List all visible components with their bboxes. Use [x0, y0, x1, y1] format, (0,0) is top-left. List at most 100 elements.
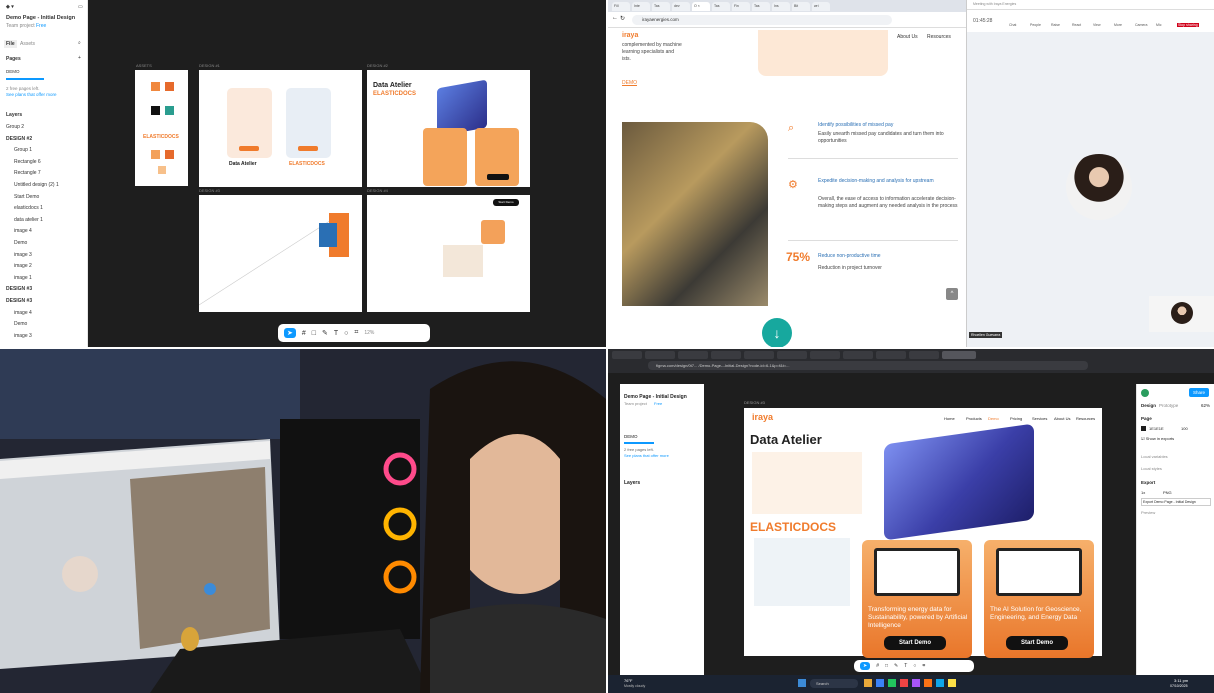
nav-item[interactable]: Pricing [1010, 416, 1022, 421]
zoom-indicator[interactable]: 12% [364, 330, 374, 336]
panel-toggle-icon[interactable]: ▭ [78, 4, 83, 10]
design1-frame[interactable]: Data Atelier ELASTICDOCS [199, 70, 362, 187]
layer-item[interactable]: image 4 [14, 228, 32, 234]
demo-link[interactable]: DEMO [622, 80, 637, 86]
layer-item[interactable]: DESIGN #2 [6, 136, 32, 142]
browser-tab[interactable]: Tas [712, 1, 730, 11]
export-format[interactable]: PNG [1163, 490, 1172, 495]
local-styles[interactable]: Local styles [1141, 466, 1162, 471]
zoom-control[interactable]: Stop sharing [1177, 23, 1199, 27]
tab-design[interactable]: Design [1141, 403, 1156, 408]
pen-tool-icon[interactable]: ✎ [322, 329, 328, 337]
layer-item[interactable]: image 3 [14, 333, 32, 339]
see-plans-link[interactable]: See plans that offer more [624, 453, 669, 458]
preview-toggle[interactable]: Preview [1141, 510, 1155, 515]
url-field[interactable]: irayaenergies.com [632, 15, 892, 25]
nav-item[interactable]: Resources [927, 34, 951, 40]
user-avatar[interactable] [1141, 389, 1149, 397]
plan-badge[interactable]: Free [654, 401, 662, 406]
nav-item[interactable]: About Us [1054, 416, 1070, 421]
comment-tool-icon[interactable]: ○ [344, 330, 348, 337]
search-icon[interactable]: ⌕ [78, 40, 81, 46]
page-opacity[interactable]: 100 [1181, 426, 1188, 431]
design4-frame[interactable]: Start Demo [367, 195, 530, 312]
layer-item[interactable]: image 3 [14, 252, 32, 258]
layer-item[interactable]: Demo [14, 240, 27, 246]
figma-canvas[interactable]: ASSETS ELASTICDOCS DESIGN #1 Data Atelie… [88, 0, 606, 347]
plan-badge[interactable]: Free [36, 23, 46, 29]
browser-tab[interactable]: Inte [632, 1, 650, 11]
layer-item[interactable]: Group 1 [14, 147, 32, 153]
layer-item[interactable]: Group 2 [6, 124, 24, 130]
export-scale[interactable]: 1x [1141, 490, 1145, 495]
layer-item[interactable]: DESIGN #3 [6, 298, 32, 304]
rectangle-tool-icon[interactable]: □ [312, 330, 316, 337]
browser-tab[interactable]: dev [672, 1, 690, 11]
scroll-down-icon[interactable]: ↓ [762, 318, 792, 347]
local-variables[interactable]: Local variables [1141, 454, 1168, 459]
actions-icon[interactable]: ⌗ [354, 329, 358, 337]
weather-temp[interactable]: 76°F [624, 678, 633, 683]
text-tool-icon[interactable]: T [904, 663, 907, 669]
layer-item[interactable]: elasticdocs 1 [14, 205, 43, 211]
zoom-control[interactable]: People [1030, 23, 1041, 27]
iraya-logo[interactable]: iraya [622, 32, 638, 39]
add-page-icon[interactable]: + [78, 55, 81, 61]
zoom-control[interactable]: Chat [1009, 23, 1016, 27]
design3-frame[interactable] [199, 195, 362, 312]
page-color-value[interactable]: 1E1E1E [1149, 426, 1164, 431]
start-icon[interactable] [798, 679, 806, 687]
layer-item[interactable]: Rectangle 6 [14, 159, 41, 165]
browser-tab[interactable]: Ins [772, 1, 790, 11]
zoom-control[interactable]: React [1072, 23, 1081, 27]
zoom-control[interactable]: More [1114, 23, 1122, 27]
nav-item[interactable]: Home [944, 416, 955, 421]
start-demo-button[interactable]: Start Demo [884, 636, 946, 650]
figma-menu-icon[interactable]: ◈ ▾ [6, 4, 14, 10]
scroll-top-icon[interactable]: ^ [946, 288, 958, 300]
page-item-demo[interactable]: DEMO [6, 69, 20, 74]
share-button[interactable]: Share [1189, 388, 1210, 397]
browser-tab[interactable]: Tas [752, 1, 770, 11]
file-title[interactable]: Demo Page - Initial Design [624, 394, 687, 400]
start-demo-button[interactable]: Start Demo [1006, 636, 1068, 650]
layer-item[interactable]: Demo [14, 321, 27, 327]
browser-tab[interactable]: wri [812, 1, 830, 11]
comment-tool-icon[interactable]: ○ [913, 663, 916, 669]
url-field[interactable]: figma.com/design/0t7... /Demo-Page---Ini… [648, 361, 1088, 370]
taskbar-search[interactable]: Search [810, 679, 858, 688]
page-item-demo[interactable]: DEMO [624, 434, 638, 439]
browser-tab[interactable]: Tas [652, 1, 670, 11]
figma-canvas[interactable]: DESIGN #3 iraya Home Products Demo Pricing S… [704, 384, 1142, 674]
move-tool-icon[interactable]: ➤ [860, 662, 871, 670]
frame-tool-icon[interactable]: # [876, 663, 879, 669]
layer-item[interactable]: DESIGN #3 [6, 286, 32, 292]
rectangle-tool-icon[interactable]: □ [885, 663, 888, 669]
design-frame[interactable]: iraya Home Products Demo Pricing Services Abo… [744, 408, 1102, 658]
design2-frame[interactable]: Data Atelier ELASTICDOCS [367, 70, 530, 187]
layer-item[interactable]: Rectangle 7 [14, 170, 41, 176]
layer-item[interactable]: Untitled design (2) 1 [14, 182, 59, 188]
tab-file[interactable]: File [4, 40, 17, 48]
browser-tab[interactable]: Fill [612, 1, 630, 11]
zoom-control[interactable]: Camera [1135, 23, 1147, 27]
layer-item[interactable]: image 2 [14, 263, 32, 269]
nav-item[interactable]: Services [1032, 416, 1047, 421]
layer-item[interactable]: data atelier 1 [14, 217, 43, 223]
tab-assets[interactable]: Assets [20, 41, 35, 47]
zoom-control[interactable]: View [1093, 23, 1101, 27]
zoom-indicator[interactable]: 62% [1201, 403, 1210, 408]
file-title[interactable]: Demo Page - Initial Design [6, 15, 75, 21]
see-plans-link[interactable]: See plans that offer more [6, 92, 56, 97]
layer-item[interactable]: Start Demo [14, 194, 39, 200]
page-color-swatch[interactable] [1141, 426, 1146, 431]
layer-item[interactable]: image 4 [14, 310, 32, 316]
nav-item[interactable]: Demo [988, 416, 999, 421]
zoom-control[interactable]: Mic [1156, 23, 1161, 27]
back-icon[interactable]: ← [612, 15, 618, 21]
move-tool-icon[interactable]: ➤ [284, 328, 296, 338]
nav-item[interactable]: About Us [897, 34, 918, 40]
assets-frame[interactable]: ELASTICDOCS [135, 70, 188, 186]
nav-item[interactable]: Resources [1076, 416, 1095, 421]
show-in-exports-checkbox[interactable]: ☑ Show in exports [1141, 436, 1174, 441]
